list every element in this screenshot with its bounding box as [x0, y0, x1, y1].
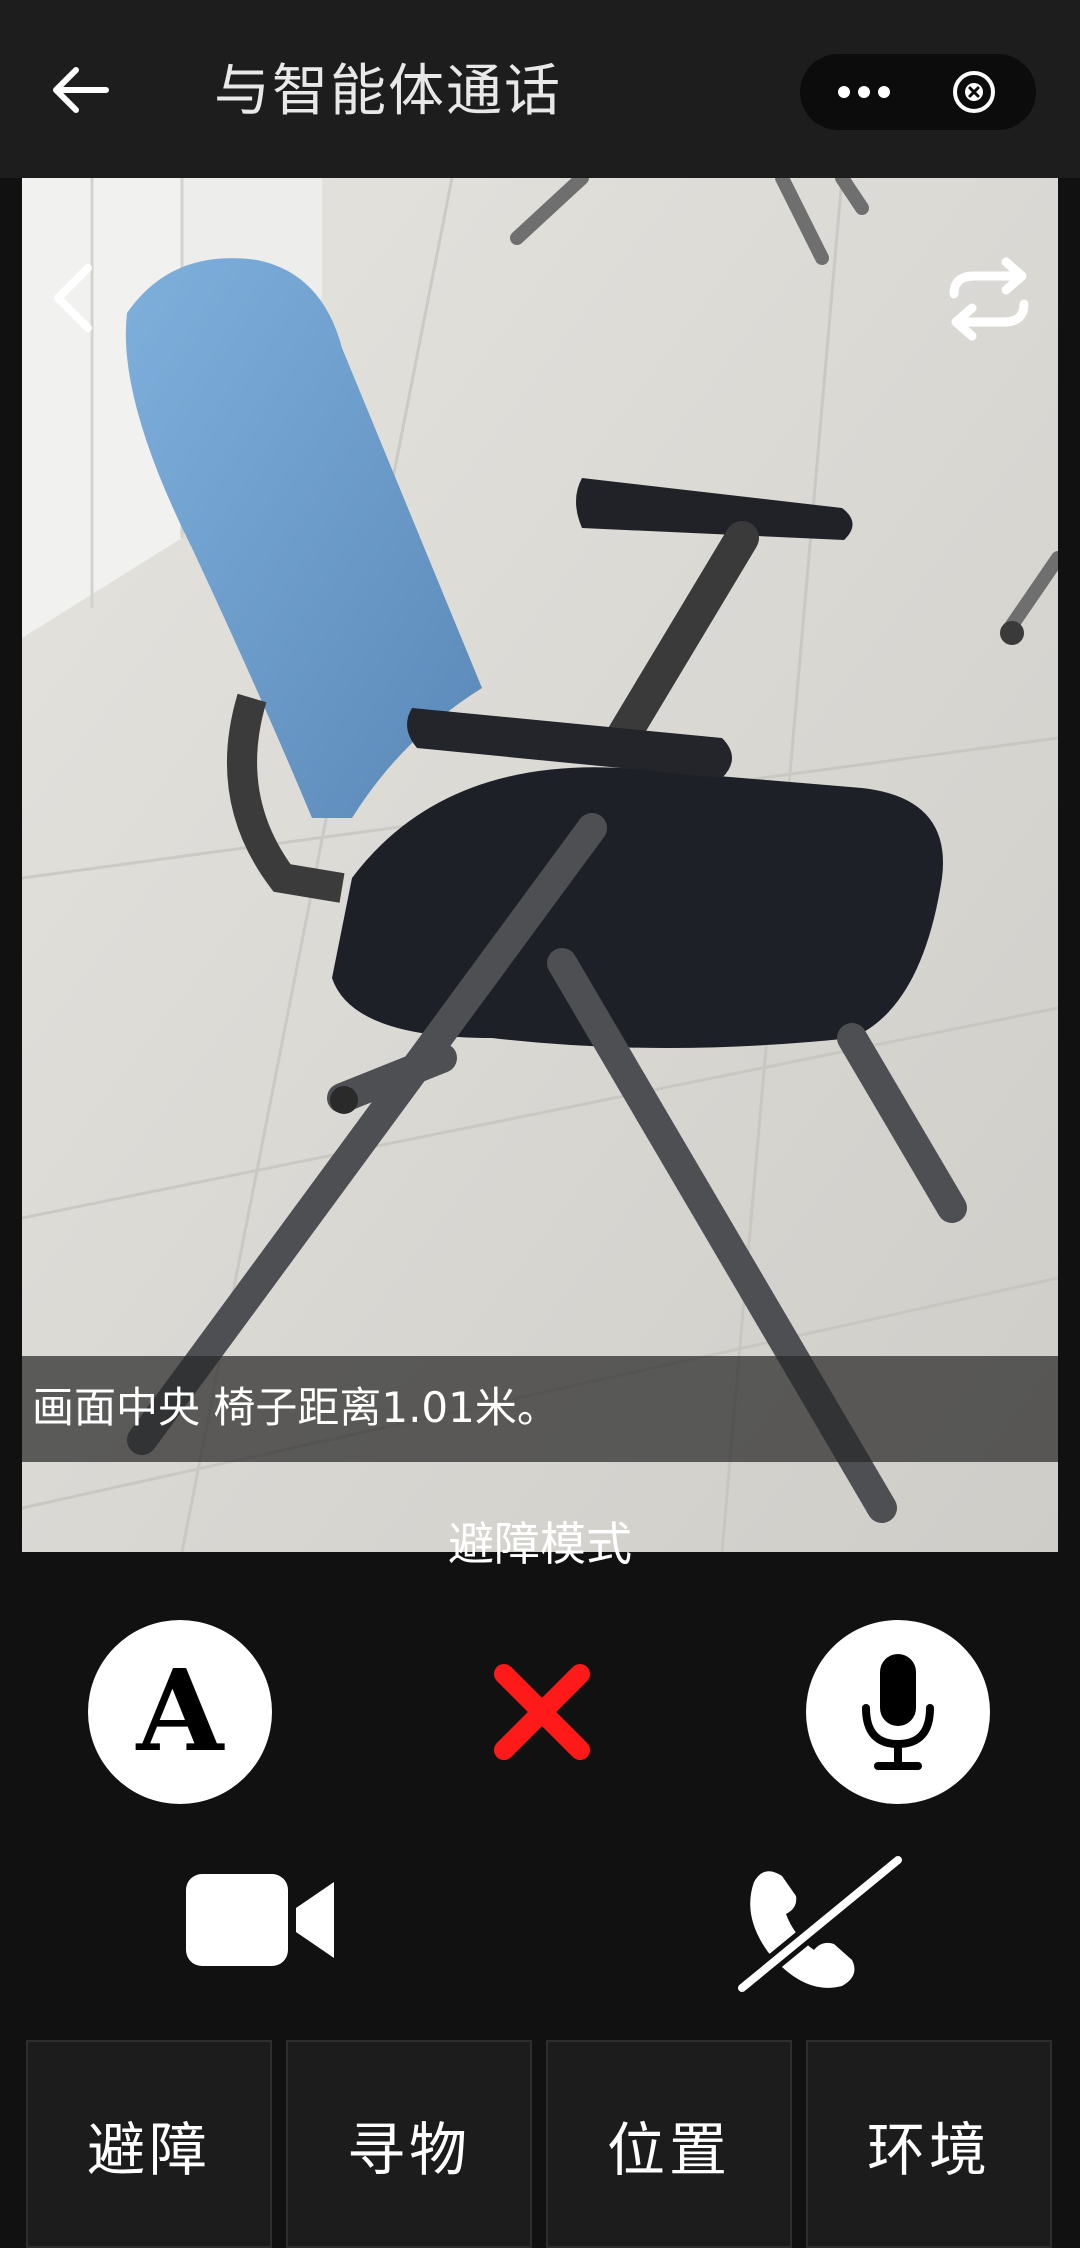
tab-obstacle-avoidance[interactable]: 避障 — [26, 2040, 272, 2248]
microphone-icon — [862, 1654, 934, 1770]
tab-environment[interactable]: 环境 — [806, 2040, 1052, 2248]
microphone-button[interactable] — [806, 1620, 990, 1804]
tab-find-object[interactable]: 寻物 — [286, 2040, 532, 2248]
camera-scene-image — [22, 178, 1058, 1552]
page-title: 与智能体通话 — [214, 59, 562, 124]
font-size-icon: A — [136, 1646, 224, 1777]
chevron-left-icon[interactable] — [44, 258, 104, 338]
close-circle-icon[interactable] — [950, 68, 998, 116]
arrow-left-icon[interactable] — [48, 58, 112, 122]
detection-caption: 画面中央 椅子距离1.01米。 — [32, 1383, 559, 1432]
camera-preview: 画面中央 椅子距离1.01米。 — [22, 178, 1058, 1552]
hang-up-icon[interactable] — [734, 1852, 906, 1996]
tab-label: 位置 — [606, 2116, 731, 2184]
tab-label: 避障 — [86, 2116, 211, 2184]
cancel-x-icon[interactable] — [490, 1660, 594, 1764]
font-size-button[interactable]: A — [88, 1620, 272, 1804]
video-camera-icon[interactable] — [184, 1868, 338, 1972]
title-bar: 与智能体通话 — [0, 0, 1080, 178]
mode-tab-bar: 避障 寻物 位置 环境 — [26, 2040, 1056, 2248]
mini-program-capsule — [800, 54, 1036, 130]
caption-bar: 画面中央 椅子距离1.01米。 — [22, 1356, 1058, 1462]
mode-label: 避障模式 — [448, 1517, 632, 1571]
tab-label: 环境 — [866, 2116, 991, 2184]
tab-location[interactable]: 位置 — [546, 2040, 792, 2248]
tab-label: 寻物 — [346, 2116, 471, 2184]
camera-switch-icon[interactable] — [946, 254, 1032, 344]
more-dots-icon[interactable] — [834, 78, 894, 106]
